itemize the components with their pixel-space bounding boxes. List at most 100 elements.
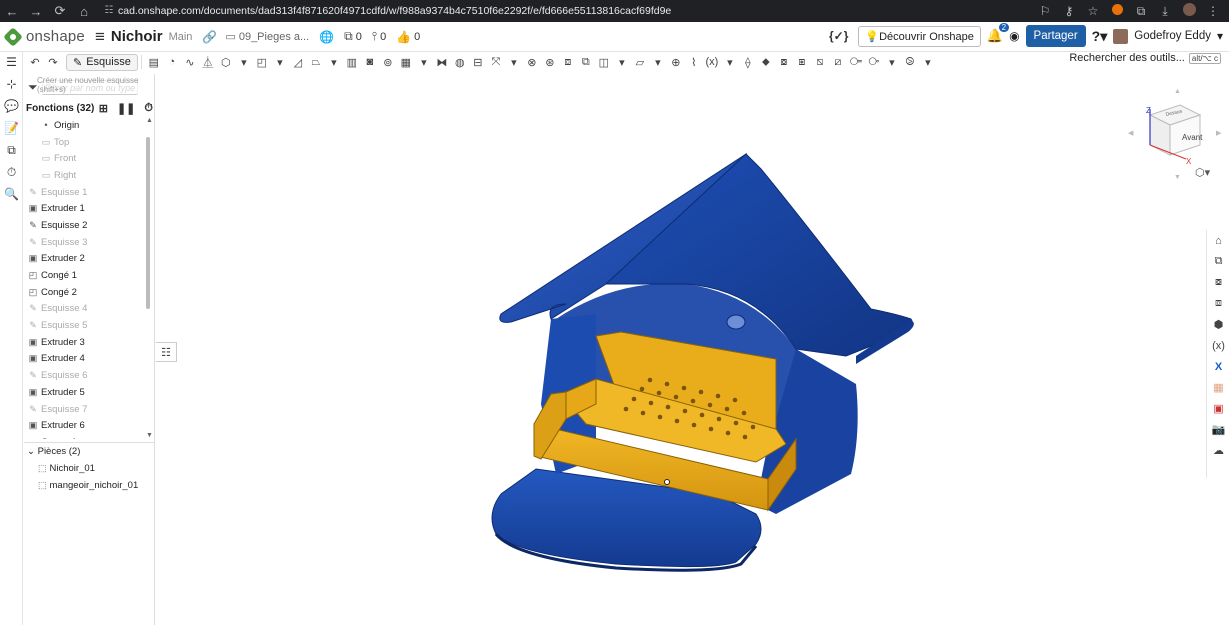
chamfer-icon[interactable]: ◿ bbox=[289, 53, 307, 71]
reload-icon[interactable]: ⟳ bbox=[48, 0, 72, 22]
redo-icon[interactable]: ↷ bbox=[44, 53, 62, 71]
profile-icon[interactable] bbox=[1179, 3, 1199, 19]
feature-item[interactable]: ▣ Extruder 1 bbox=[24, 200, 146, 217]
tab-icon[interactable]: ⧅ bbox=[811, 53, 829, 71]
custom-features-icon[interactable]: (x) bbox=[1207, 335, 1229, 356]
browser-menu-icon[interactable]: ⋮ bbox=[1203, 4, 1223, 18]
like-icon[interactable]: 👍 bbox=[396, 30, 411, 44]
pause-icon[interactable]: ❚❚ bbox=[117, 102, 135, 115]
site-info-icon[interactable]: ☷ bbox=[100, 5, 118, 16]
new-folder-icon[interactable]: ⊞ bbox=[99, 102, 108, 115]
chevron-down-icon[interactable]: ▾ bbox=[613, 53, 631, 71]
part-item[interactable]: ⬚ Nichoir_01 bbox=[38, 463, 95, 474]
move-face-icon[interactable]: ⧈ bbox=[559, 53, 577, 71]
feature-item[interactable]: ◰ Congé 2 bbox=[24, 284, 146, 301]
thicken-icon[interactable]: ⬡ bbox=[217, 53, 235, 71]
feature-item[interactable]: ▣ Extruder 4 bbox=[24, 351, 146, 368]
help-icon[interactable]: ?▾ bbox=[1092, 28, 1108, 45]
scroll-down-icon[interactable]: ▼ bbox=[146, 432, 153, 439]
section-view-icon[interactable]: ⬢ bbox=[1207, 314, 1229, 335]
parts-header[interactable]: ⌄ Pièces (2) bbox=[27, 446, 80, 457]
measure-icon[interactable]: ⟠ bbox=[739, 53, 757, 71]
graphics-viewport[interactable] bbox=[156, 74, 1206, 625]
sketch-button[interactable]: ✎ Esquisse bbox=[66, 53, 138, 71]
app-render-icon[interactable]: ▦ bbox=[1207, 377, 1229, 398]
chevron-down-icon[interactable]: ▾ bbox=[649, 53, 667, 71]
chevron-down-icon[interactable]: ▾ bbox=[271, 53, 289, 71]
address-bar[interactable]: ☷ cad.onshape.com/documents/dad313f4f871… bbox=[100, 2, 1000, 19]
pattern-icon[interactable]: ▦ bbox=[397, 53, 415, 71]
feature-list-icon[interactable]: ☰ bbox=[0, 51, 23, 73]
avatar[interactable] bbox=[1113, 28, 1129, 44]
appearance-icon[interactable]: ⌂ bbox=[1207, 230, 1229, 251]
translate-icon[interactable]: ⚐ bbox=[1035, 4, 1055, 18]
named-views-icon[interactable]: ⧈ bbox=[1207, 293, 1229, 314]
feature-item[interactable]: ▭ Right bbox=[24, 167, 146, 184]
transform-icon[interactable]: ⤧ bbox=[487, 53, 505, 71]
chevron-down-icon[interactable]: ▾ bbox=[721, 53, 739, 71]
rotate-up-icon[interactable]: ▲ bbox=[1174, 88, 1181, 95]
bookmark-star-icon[interactable]: ☆ bbox=[1083, 4, 1103, 18]
feature-item[interactable]: ✎ Esquisse 7 bbox=[24, 401, 146, 418]
extensions-puzzle-icon[interactable]: ⧉ bbox=[1131, 4, 1151, 19]
scroll-thumb[interactable] bbox=[146, 137, 150, 309]
fillet-icon[interactable]: ◰ bbox=[253, 53, 271, 71]
scroll-up-icon[interactable]: ▲ bbox=[146, 117, 153, 124]
extrude-icon[interactable]: ▤ bbox=[145, 53, 163, 71]
app-vs-icon[interactable]: ▣ bbox=[1207, 398, 1229, 419]
home-icon[interactable]: ⌂ bbox=[72, 0, 96, 22]
chevron-down-icon[interactable]: ▾ bbox=[325, 53, 343, 71]
chevron-down-icon[interactable]: ▾ bbox=[919, 53, 937, 71]
sheet-metal-icon[interactable]: ⧇ bbox=[775, 53, 793, 71]
feature-item[interactable]: ▣ Extruder 2 bbox=[24, 251, 146, 268]
loft-icon[interactable]: ⏅ bbox=[199, 53, 217, 71]
modify-fillet-icon[interactable]: ⊛ bbox=[541, 53, 559, 71]
undo-icon[interactable]: ↶ bbox=[26, 53, 44, 71]
insert-icon[interactable]: ⊹ bbox=[0, 73, 23, 95]
variable-icon[interactable]: (x) bbox=[703, 53, 721, 71]
link-icon[interactable]: 🔗 bbox=[202, 30, 217, 44]
document-menu-icon[interactable]: ≡ bbox=[95, 27, 105, 47]
branch-pin-icon[interactable]: ⫯ bbox=[372, 29, 377, 44]
app-x-icon[interactable]: X bbox=[1207, 356, 1229, 377]
chevron-down-icon[interactable]: ▾ bbox=[883, 53, 901, 71]
app-cloud-icon[interactable]: ☁ bbox=[1207, 440, 1229, 461]
feature-item[interactable]: ▣ Extruder 5 bbox=[24, 384, 146, 401]
tool-search[interactable]: Rechercher des outils... alt/⌥ c bbox=[1069, 52, 1221, 64]
part-item[interactable]: ⬚ mangeoir_nichoir_01 bbox=[38, 480, 138, 491]
split-icon[interactable]: ⊟ bbox=[469, 53, 487, 71]
history-icon[interactable]: ⏱ bbox=[0, 161, 23, 183]
feature-item[interactable]: ▭ Top bbox=[24, 134, 146, 151]
draft-icon[interactable]: ⏢ bbox=[307, 53, 325, 71]
flange-icon[interactable]: ⧆ bbox=[793, 53, 811, 71]
revolve-icon[interactable]: ◔ bbox=[163, 53, 181, 71]
chevron-down-icon[interactable]: ▾ bbox=[415, 53, 433, 71]
tag-icon[interactable]: ⬥ bbox=[757, 53, 775, 71]
app-camera-icon[interactable]: 📷 bbox=[1207, 419, 1229, 440]
extension-icon[interactable] bbox=[1107, 4, 1127, 18]
sweep-icon[interactable]: ∿ bbox=[181, 53, 199, 71]
document-title[interactable]: Nichoir bbox=[111, 28, 163, 45]
birdhouse-model[interactable] bbox=[491, 152, 914, 572]
feature-list-scrollbar[interactable]: ▲ ▼ bbox=[146, 117, 153, 439]
shell-icon[interactable]: ◙ bbox=[361, 53, 379, 71]
rib-icon[interactable]: ▥ bbox=[343, 53, 361, 71]
rotate-left-icon[interactable]: ◀ bbox=[1128, 130, 1134, 137]
hole-icon[interactable]: ⊚ bbox=[379, 53, 397, 71]
feature-item[interactable]: ▭ Front bbox=[24, 150, 146, 167]
feature-item[interactable]: ✎ Esquisse 3 bbox=[24, 234, 146, 251]
configurations-icon[interactable]: ⧇ bbox=[1207, 272, 1229, 293]
download-icon[interactable]: ⤓ bbox=[1155, 4, 1175, 19]
user-name[interactable]: Godefroy Eddy bbox=[1134, 30, 1211, 42]
share-button[interactable]: Partager bbox=[1025, 25, 1086, 47]
notifications-button[interactable]: 🔔 2 bbox=[987, 23, 1010, 44]
replace-face-icon[interactable]: ⧉ bbox=[577, 53, 595, 71]
feature-item[interactable]: ✎ Esquisse 4 bbox=[24, 301, 146, 318]
frame-icon[interactable]: ⧂ bbox=[865, 53, 883, 71]
variables-button[interactable]: {✓} bbox=[825, 29, 852, 43]
versions-icon[interactable]: ⧉ bbox=[344, 29, 353, 44]
mirror-icon[interactable]: ⧓ bbox=[433, 53, 451, 71]
feature-item[interactable]: • Origin bbox=[24, 117, 146, 134]
feature-item[interactable]: ✎ Esquisse 5 bbox=[24, 317, 146, 334]
key-icon[interactable]: ⚷ bbox=[1059, 4, 1079, 18]
